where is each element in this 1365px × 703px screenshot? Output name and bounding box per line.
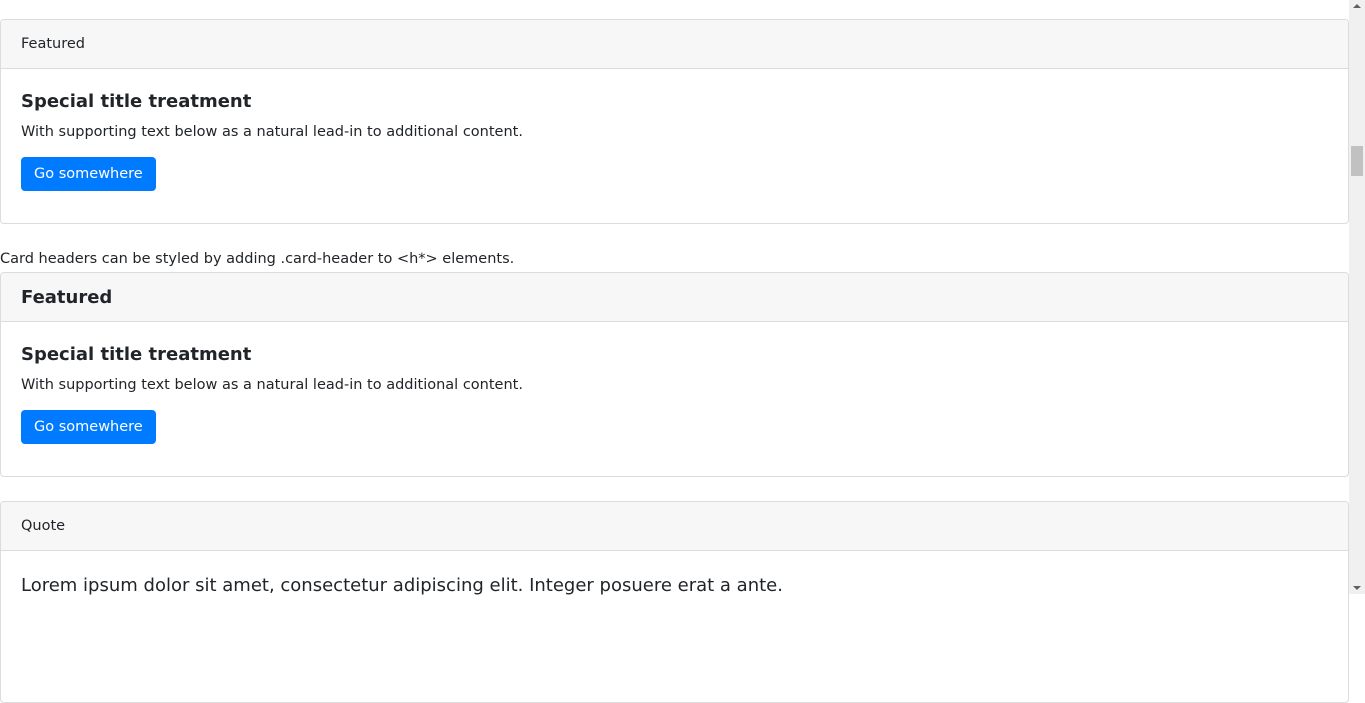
card-title: Special title treatment [21, 91, 252, 112]
card-header: Featured [1, 273, 1348, 322]
card-body: Special title treatment With supporting … [1, 322, 1348, 466]
card-body: Special title treatment With supporting … [1, 69, 1348, 213]
go-somewhere-button[interactable]: Go somewhere [21, 157, 156, 191]
scrollbar-thumb[interactable] [1351, 146, 1363, 176]
card-text: With supporting text below as a natural … [21, 124, 523, 140]
card-title: Special title treatment [21, 344, 252, 365]
card-header-note: Card headers can be styled by adding .ca… [0, 251, 515, 267]
featured-card-h5: Featured Special title treatment With su… [0, 272, 1349, 477]
vertical-scrollbar[interactable] [1349, 0, 1365, 594]
quote-card: Quote Lorem ipsum dolor sit amet, consec… [0, 501, 1349, 703]
blockquote-text: Lorem ipsum dolor sit amet, consectetur … [21, 575, 783, 596]
go-somewhere-button[interactable]: Go somewhere [21, 410, 156, 444]
featured-card: Featured Special title treatment With su… [0, 19, 1349, 224]
card-text: With supporting text below as a natural … [21, 377, 523, 393]
card-header: Featured [1, 20, 1348, 69]
card-body: Lorem ipsum dolor sit amet, consectetur … [1, 551, 1348, 618]
scroll-down-arrow-icon[interactable] [1353, 586, 1361, 590]
scroll-up-arrow-icon[interactable] [1353, 4, 1361, 8]
card-header: Quote [1, 502, 1348, 551]
